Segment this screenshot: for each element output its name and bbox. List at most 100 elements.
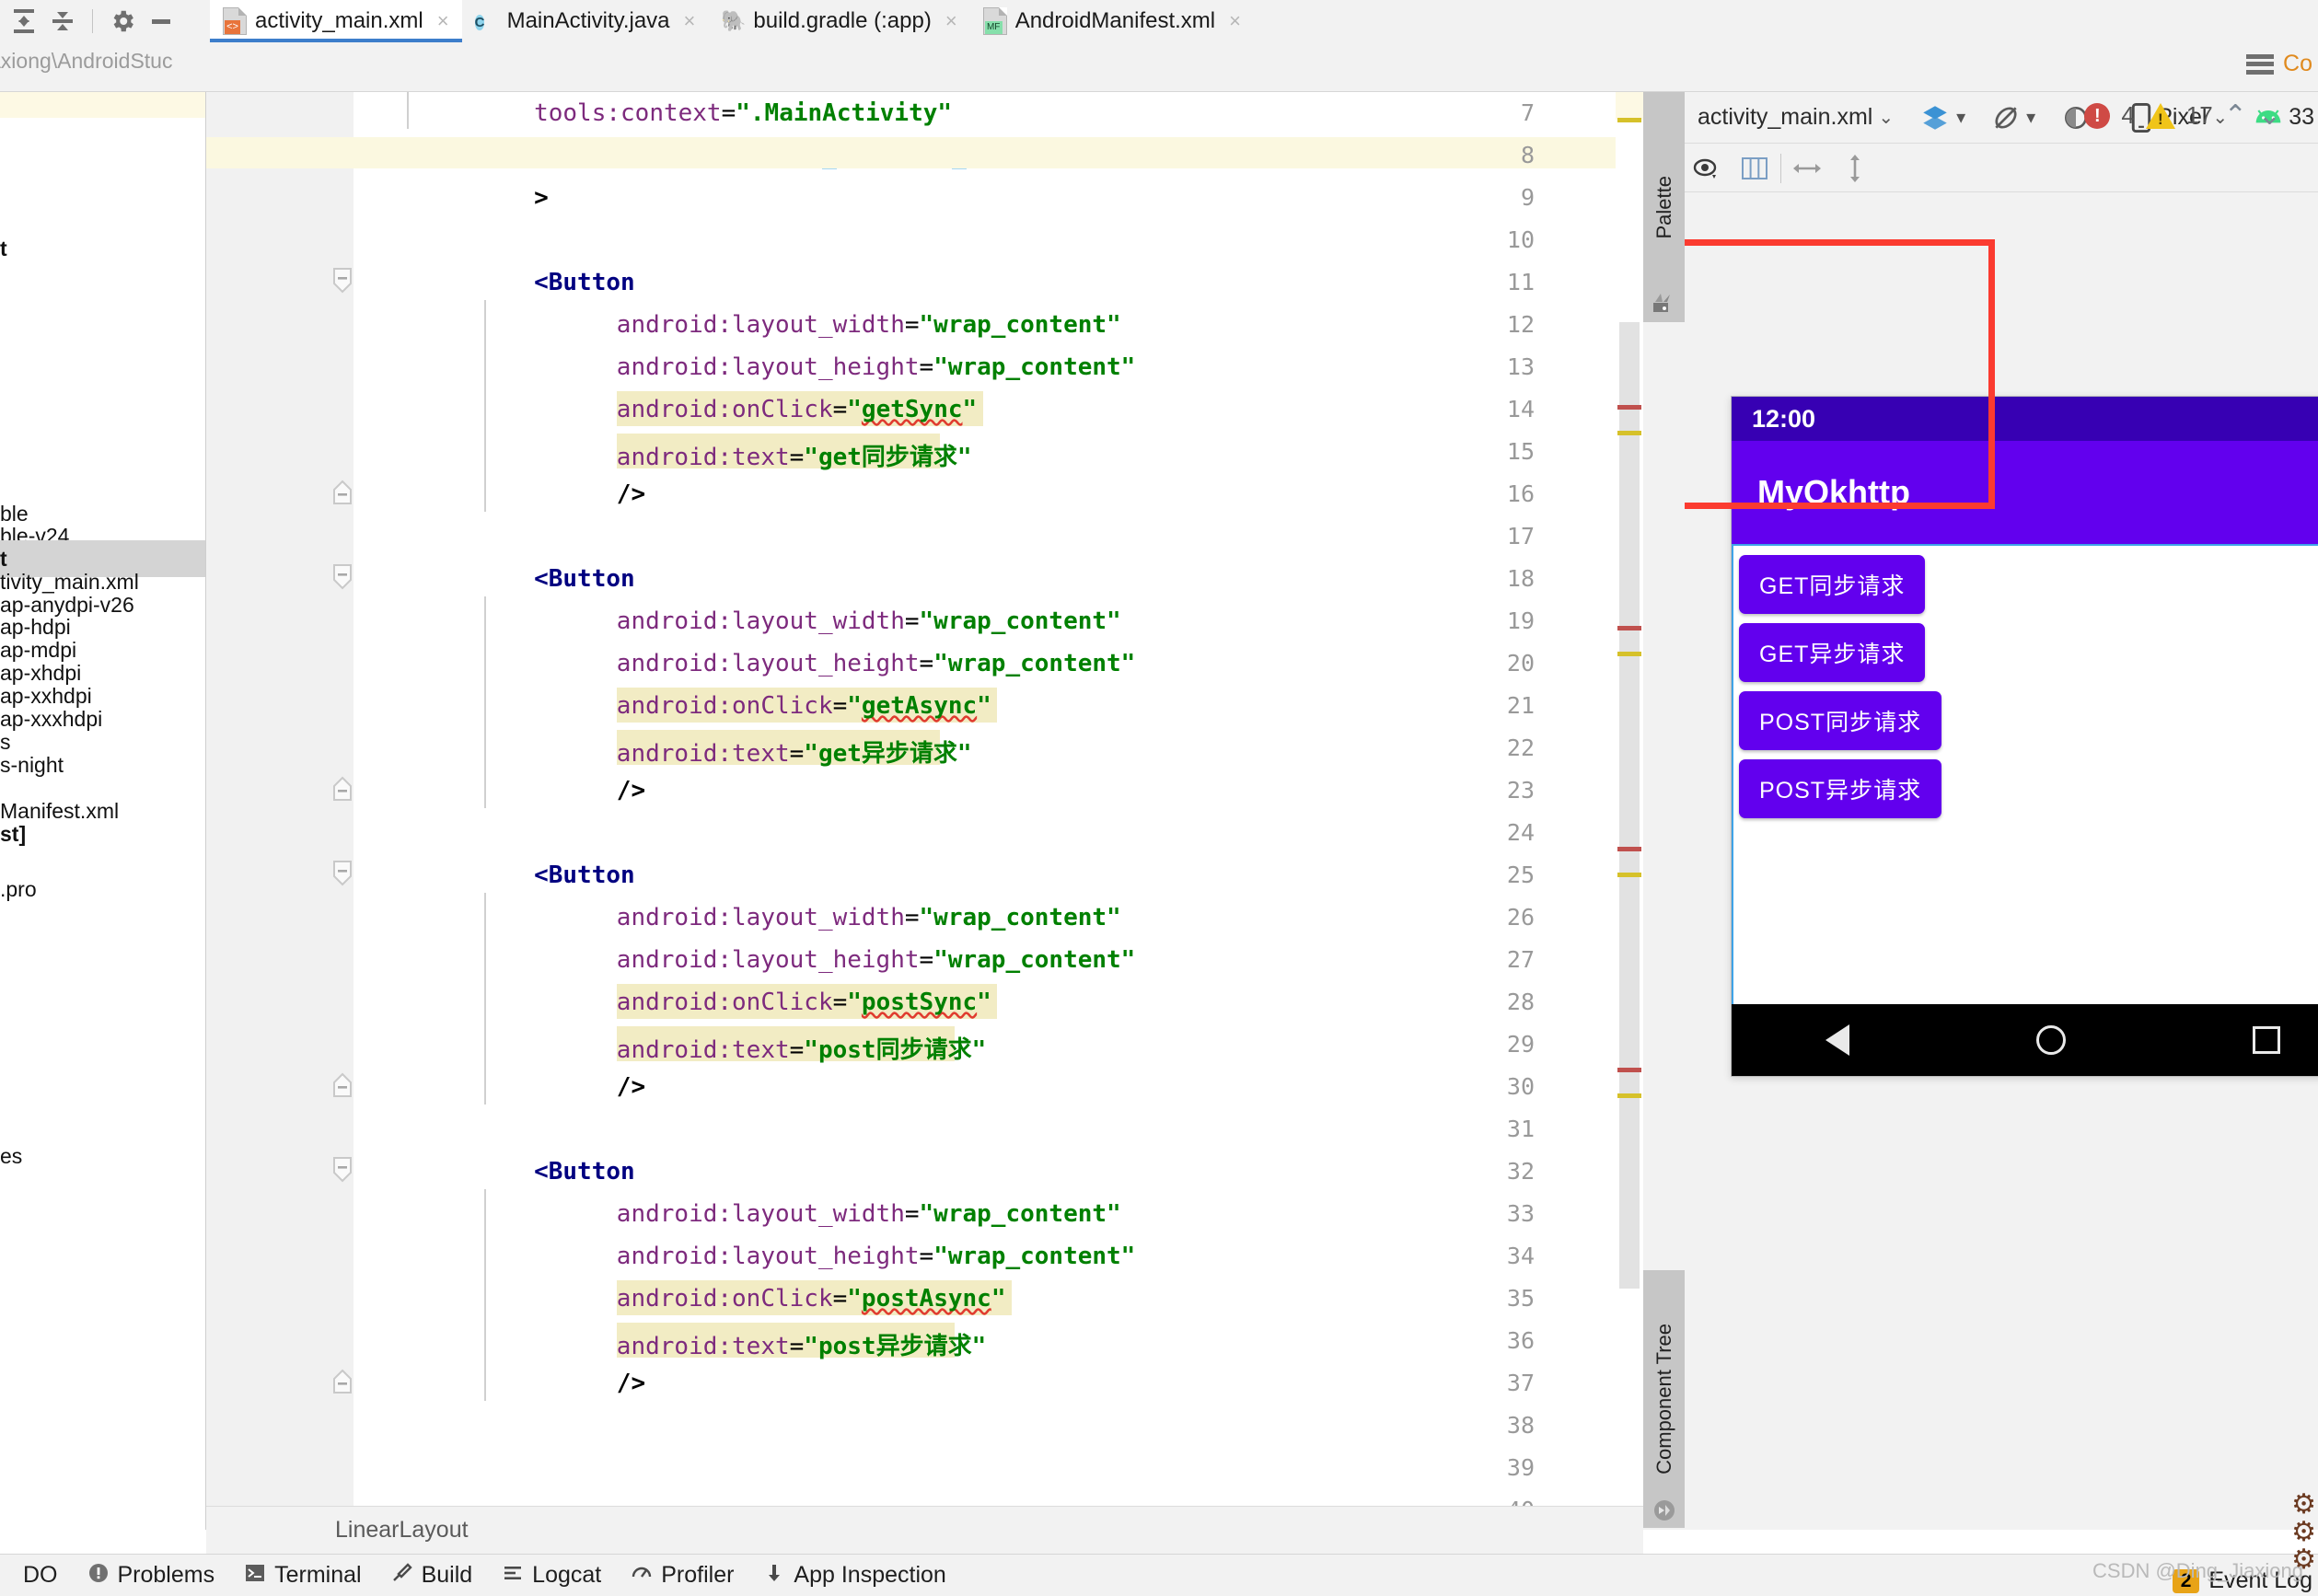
breadcrumb-bar[interactable]: LinearLayout: [206, 1506, 1643, 1554]
code-line[interactable]: android:layout_width="wrap_content": [617, 1200, 1121, 1228]
tab-build-gradle-app[interactable]: 🐘 build.gradle (:app) ×: [708, 0, 969, 42]
code-line[interactable]: android:layout_width="wrap_content": [617, 904, 1121, 931]
code-line[interactable]: />: [617, 480, 645, 508]
fold-collapse-icon[interactable]: [330, 860, 354, 887]
error-stripe-mark[interactable]: [1617, 1093, 1641, 1098]
nav-recents-icon[interactable]: [2253, 1026, 2281, 1054]
chevron-down-icon[interactable]: ▾: [2026, 106, 2035, 129]
tool-window-app-inspection[interactable]: App Inspection: [748, 1562, 960, 1590]
device-preview[interactable]: 12:00 MyOkhttp GET同步请求 GET异步请求 POST同步请求 POS…: [1731, 396, 2318, 1077]
code-line[interactable]: />: [617, 1370, 645, 1397]
error-stripe-mark[interactable]: [1617, 873, 1641, 877]
code-line[interactable]: <Button: [534, 862, 635, 889]
tab-close-icon[interactable]: ×: [945, 9, 957, 33]
next-issue-icon[interactable]: ⌄: [2258, 99, 2281, 132]
code-line[interactable]: android:onClick="getSync": [617, 396, 977, 423]
code-line[interactable]: android:text="post同步请求": [617, 1031, 986, 1065]
design-canvas[interactable]: 12:00 MyOkhttp GET同步请求 GET异步请求 POST同步请求 POS…: [1685, 193, 2318, 1530]
preview-button[interactable]: POST同步请求: [1739, 691, 1942, 750]
code-line[interactable]: <Button: [534, 269, 635, 296]
fold-collapse-icon[interactable]: [330, 563, 354, 591]
fold-end-icon[interactable]: [330, 775, 354, 803]
chevron-down-icon[interactable]: ⌄: [1878, 106, 1894, 129]
fold-collapse-icon[interactable]: [330, 267, 354, 295]
design-preview-panel[interactable]: Palette Component Tree activity_main.xml…: [1643, 92, 2318, 1530]
code-line[interactable]: android:onClick="postSync": [617, 989, 991, 1016]
vertical-resize-icon[interactable]: [1833, 149, 1877, 188]
tool-window-todo[interactable]: DO: [0, 1562, 73, 1589]
code-line[interactable]: android:layout_width="wrap_content": [617, 311, 1121, 339]
breadcrumb[interactable]: LinearLayout: [335, 1517, 469, 1544]
horizontal-resize-icon[interactable]: [1785, 149, 1829, 188]
tab-close-icon[interactable]: ×: [684, 9, 696, 33]
code-line[interactable]: android:onClick="getAsync": [617, 692, 991, 720]
tab-close-icon[interactable]: ×: [1229, 9, 1241, 33]
commit-button[interactable]: Co: [2246, 51, 2312, 77]
code-line[interactable]: android:layout_height="wrap_content": [617, 946, 1136, 974]
project-tree-item[interactable]: .pro: [0, 871, 37, 908]
project-tree-item[interactable]: st]: [0, 815, 26, 852]
tab-close-icon[interactable]: ×: [437, 9, 449, 33]
code-line[interactable]: <Button: [534, 1158, 635, 1185]
view-options-icon[interactable]: [1685, 149, 1729, 188]
orientation-button[interactable]: ▾: [1978, 103, 2048, 133]
error-stripe-mark[interactable]: [1617, 405, 1641, 410]
fold-end-icon[interactable]: [330, 1071, 354, 1099]
component-tree-rail[interactable]: Component Tree: [1643, 1270, 1685, 1528]
preview-button[interactable]: GET同步请求: [1739, 555, 1926, 614]
project-tree-item[interactable]: t: [0, 230, 7, 267]
tool-window-terminal[interactable]: Terminal: [229, 1562, 376, 1590]
code-line[interactable]: android:layout_height="wrap_content": [617, 650, 1136, 677]
project-tree-item[interactable]: s-night: [0, 746, 64, 783]
error-stripe-mark[interactable]: [1617, 847, 1641, 851]
error-stripe-scrollbar[interactable]: [1616, 92, 1643, 1530]
code-line[interactable]: />: [617, 1073, 645, 1101]
error-stripe-mark[interactable]: [1617, 431, 1641, 435]
blueprint-columns-icon[interactable]: [1733, 149, 1777, 188]
preview-button[interactable]: POST异步请求: [1739, 759, 1942, 818]
expand-all-icon[interactable]: [7, 5, 41, 38]
error-stripe-mark[interactable]: [1617, 652, 1641, 656]
error-stripe-mark[interactable]: [1617, 626, 1641, 630]
error-stripe-mark[interactable]: [1617, 1068, 1641, 1072]
error-stripe-mark[interactable]: [1617, 118, 1641, 122]
preview-button[interactable]: GET异步请求: [1739, 623, 1926, 682]
tab-androidmanifest-xml[interactable]: AndroidManifest.xml ×: [970, 0, 1254, 42]
fold-end-icon[interactable]: [330, 479, 354, 506]
code-text-area[interactable]: tools:context=".MainActivity"android:ori…: [353, 92, 1643, 1530]
nav-home-icon[interactable]: [2035, 1025, 2066, 1055]
code-line[interactable]: tools:context=".MainActivity": [534, 99, 952, 127]
tab-activity-main-xml[interactable]: activity_main.xml ×: [210, 0, 462, 42]
palette-rail[interactable]: Palette: [1643, 92, 1685, 322]
code-editor[interactable]: tools:context=".MainActivity"android:ori…: [206, 92, 1643, 1566]
project-tool-window[interactable]: t ble ble-v24 t tivity_main.xml ap-anydpi-v26…: [0, 92, 206, 1530]
fold-collapse-icon[interactable]: [330, 1156, 354, 1184]
app-content-area[interactable]: GET同步请求 GET异步请求 POST同步请求 POST异步请求: [1732, 544, 2318, 1004]
tool-window-logcat[interactable]: Logcat: [487, 1562, 616, 1590]
fold-end-icon[interactable]: [330, 1368, 354, 1395]
previous-issue-icon[interactable]: ⌃: [2224, 99, 2247, 132]
code-line[interactable]: />: [617, 777, 645, 804]
project-tree-item[interactable]: es: [0, 1138, 22, 1174]
code-line[interactable]: android:layout_height="wrap_content": [617, 1243, 1136, 1270]
project-tree-item[interactable]: ap-xxxhdpi: [0, 700, 102, 737]
tool-window-profiler[interactable]: Profiler: [616, 1562, 748, 1590]
code-line[interactable]: android:text="get同步请求": [617, 438, 972, 472]
tab-mainactivity-java[interactable]: C MainActivity.java ×: [462, 0, 709, 42]
code-line[interactable]: >: [534, 184, 549, 212]
code-line[interactable]: android:text="post异步请求": [617, 1327, 986, 1361]
collapse-all-icon[interactable]: [46, 5, 79, 38]
code-line[interactable]: android:layout_width="wrap_content": [617, 607, 1121, 635]
editor-gutter[interactable]: [206, 92, 312, 1530]
code-line[interactable]: android:text="get异步请求": [617, 734, 972, 769]
fold-gutter[interactable]: [312, 92, 353, 1530]
tool-window-problems[interactable]: Problems: [73, 1562, 230, 1590]
chevron-down-icon[interactable]: ▾: [1956, 106, 1965, 129]
nav-back-icon[interactable]: [1825, 1024, 1849, 1056]
inspection-widget[interactable]: ! 4 17 ⌃ ⌄: [2084, 99, 2281, 132]
code-line[interactable]: android:onClick="postAsync": [617, 1285, 1006, 1313]
design-surface-button[interactable]: ▾: [1907, 102, 1978, 133]
minimize-icon[interactable]: [145, 5, 178, 38]
code-line[interactable]: android:layout_height="wrap_content": [617, 353, 1136, 381]
code-line[interactable]: <Button: [534, 565, 635, 593]
